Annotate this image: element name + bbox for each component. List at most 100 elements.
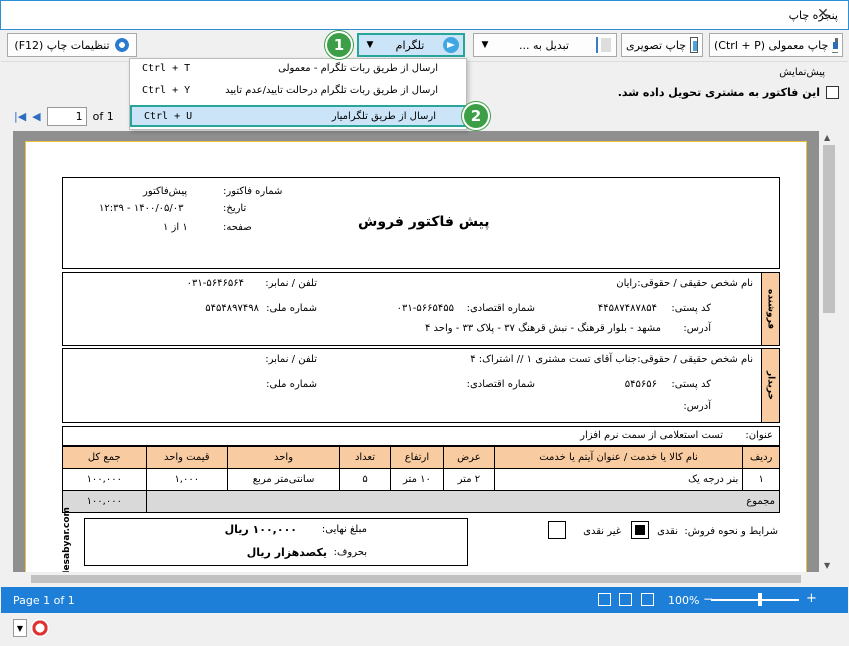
cash-label: نقدی — [657, 526, 678, 537]
help-lifebuoy-icon[interactable] — [31, 619, 49, 637]
cell-width: ۲ متر — [442, 468, 495, 491]
document-icon — [596, 37, 612, 53]
prev-page-icon[interactable]: ◀ — [32, 110, 40, 123]
buyer-national-label: شماره ملی: — [266, 379, 317, 390]
single-page-view-icon[interactable] — [598, 593, 611, 606]
scroll-up-icon[interactable]: ▲ — [824, 133, 830, 142]
zoom-level: 100% — [668, 594, 700, 607]
chevron-down-icon[interactable]: ▼ — [13, 619, 27, 637]
zoom-in-icon[interactable]: + — [806, 591, 817, 606]
words-label: بحروف: — [333, 547, 367, 558]
step-badge-2: 2 — [462, 102, 490, 130]
first-page-icon[interactable]: |◀ — [14, 110, 26, 123]
title-bar: پنجره چاپ ✕ — [0, 0, 849, 30]
pager: |◀ ◀ 1 of 1 — [14, 106, 114, 126]
items-table: ردیف نام کالا یا خدمت / عنوان آیتم یا خد… — [62, 446, 781, 513]
seller-name-label: نام شخص حقیقی / حقوقی: — [637, 278, 753, 289]
cell-row-number: ۱ — [742, 468, 780, 491]
menu-item-label: ارسال از طریق ربات تلگرام - معمولی — [278, 63, 438, 74]
cell-total: ۱۰۰,۰۰۰ — [62, 468, 147, 491]
close-icon[interactable]: ✕ — [803, 4, 843, 24]
page-count: of 1 — [92, 109, 114, 123]
chevron-down-icon: ▼ — [481, 40, 489, 50]
seller-phone-value: ۰۳۱-۵۶۴۶۵۶۴ — [186, 278, 244, 289]
invoice-date-label: تاریخ: — [223, 203, 247, 214]
cell-unit-price: ۱,۰۰۰ — [145, 468, 229, 491]
cash-check-mark — [635, 525, 645, 535]
noncash-checkbox — [548, 521, 566, 539]
cell-unit: سانتی‌متر مربع — [227, 468, 341, 491]
seller-box: فروشنده نام شخص حقیقی / حقوقی: رایان تلف… — [62, 272, 780, 346]
seller-postal-value: ۴۴۵۸۷۴۸۷۸۵۴ — [597, 303, 657, 314]
buyer-side-label: خریدار — [761, 349, 779, 422]
printer-icon — [832, 37, 838, 53]
invoice-page-label: صفحه: — [223, 222, 252, 233]
zoom-slider-thumb[interactable] — [758, 593, 762, 606]
seller-national-value: ۵۴۵۴۸۹۷۴۹۸ — [205, 303, 259, 314]
buyer-phone-label: تلفن / نمابر: — [265, 354, 317, 365]
menu-item-telegram-normal[interactable]: Ctrl + T ارسال از طریق ربات تلگرام - معم… — [130, 59, 466, 81]
scroll-down-icon[interactable]: ▼ — [824, 561, 830, 570]
buyer-box: خریدار نام شخص حقیقی / حقوقی: جناب آقای … — [62, 348, 780, 423]
document-viewer[interactable]: پیش فاکتور فروش شماره فاکتور: پیش‌فاکتور… — [13, 131, 819, 572]
multi-page-view-icon[interactable] — [619, 593, 632, 606]
final-amount-box: مبلغ نهایی: ۱۰۰,۰۰۰ ریال بحروف: یکصدهزار… — [84, 518, 468, 566]
cell-quantity: ۵ — [339, 468, 391, 491]
buyer-address-label: آدرس: — [683, 401, 711, 412]
buyer-name-label: نام شخص حقیقی / حقوقی: — [637, 354, 753, 365]
image-print-button[interactable]: چاپ تصویری — [621, 33, 703, 57]
continuous-view-icon[interactable] — [641, 593, 654, 606]
convert-label: تبدیل به ... — [519, 38, 569, 52]
subject-label: عنوان: — [745, 430, 773, 441]
invoice-number-value: پیش‌فاکتور — [143, 186, 188, 197]
cash-checkbox — [631, 521, 649, 539]
seller-eco-value: ۰۳۱-۵۶۶۵۴۵۵ — [396, 303, 454, 314]
seller-phone-label: تلفن / نمابر: — [265, 278, 317, 289]
buyer-postal-value: ۵۴۵۶۵۶ — [624, 379, 657, 390]
bottom-bar: ▼ — [1, 613, 848, 645]
seller-address-value: مشهد - بلوار قرهنگ - نبش قرهنگ ۳۷ - پلاک… — [424, 323, 661, 334]
convert-dropdown[interactable]: تبدیل به ... ▼ — [473, 33, 617, 57]
seller-eco-label: شماره اقتصادی: — [466, 303, 535, 314]
vertical-scrollbar[interactable]: ▲ ▼ — [821, 131, 837, 572]
delivered-checkbox[interactable] — [826, 86, 839, 99]
col-header: عرض — [442, 446, 495, 469]
preview-label: پیش‌نمایش — [779, 67, 825, 78]
col-header: تعداد — [339, 446, 391, 469]
col-header: جمع کل — [62, 446, 147, 469]
cell-height: ۱۰ متر — [389, 468, 444, 491]
cell-item-name: بنر درجه یک — [493, 468, 744, 491]
buyer-name-value: جناب آقای تست مشتری ۱ // اشتراک: ۴ — [470, 354, 637, 365]
print-settings-button[interactable]: تنظیمات چاپ (F12) — [7, 33, 137, 57]
page-number-input[interactable]: 1 — [46, 106, 87, 126]
final-amount-value: ۱۰۰,۰۰۰ ریال — [224, 523, 297, 536]
menu-item-shortcut: Ctrl + T — [142, 63, 191, 74]
horizontal-scroll-thumb[interactable] — [31, 575, 801, 583]
horizontal-scrollbar[interactable] — [13, 572, 819, 586]
invoice-header: پیش فاکتور فروش شماره فاکتور: پیش‌فاکتور… — [62, 177, 780, 269]
col-header: قیمت واحد — [145, 446, 229, 469]
chevron-down-icon[interactable]: ▼ — [363, 40, 377, 50]
vertical-scroll-thumb[interactable] — [823, 145, 835, 313]
delivered-label: این فاکتور به مشتری تحویل داده شد. — [617, 86, 820, 99]
telegram-dropdown[interactable]: تلگرام ▼ — [357, 33, 465, 57]
menu-item-label: ارسال از طریق ربات تلگرام درحالت تایید/ع… — [225, 85, 438, 96]
telegram-icon — [443, 37, 459, 53]
menu-item-telegram-approval[interactable]: Ctrl + Y ارسال از طریق ربات تلگرام درحال… — [130, 81, 466, 103]
invoice-number-label: شماره فاکتور: — [223, 186, 283, 197]
menu-item-telegramyar[interactable]: Ctrl + U ارسال از طریق تلگرامیار — [130, 105, 466, 127]
words-value: یکصدهزار ریال — [246, 546, 327, 559]
menu-item-shortcut: Ctrl + Y — [142, 85, 191, 96]
seller-side-label: فروشنده — [761, 273, 779, 345]
seller-postal-label: کد پستی: — [671, 303, 711, 314]
print-settings-label: تنظیمات چاپ (F12) — [14, 38, 110, 52]
sum-label: مجموع — [145, 490, 781, 513]
step-badge-1: 1 — [325, 31, 353, 59]
menu-item-shortcut: Ctrl + U — [144, 111, 193, 122]
sum-row: مجموع ۱۰۰,۰۰۰ — [62, 490, 781, 513]
menu-item-label: ارسال از طریق تلگرامیار — [331, 111, 436, 122]
delivered-row: این فاکتور به مشتری تحویل داده شد. — [618, 86, 839, 99]
zoom-slider[interactable] — [711, 599, 799, 601]
normal-print-button[interactable]: چاپ معمولی (Ctrl + P) — [709, 33, 843, 57]
seller-name-value: رایان — [616, 278, 637, 289]
